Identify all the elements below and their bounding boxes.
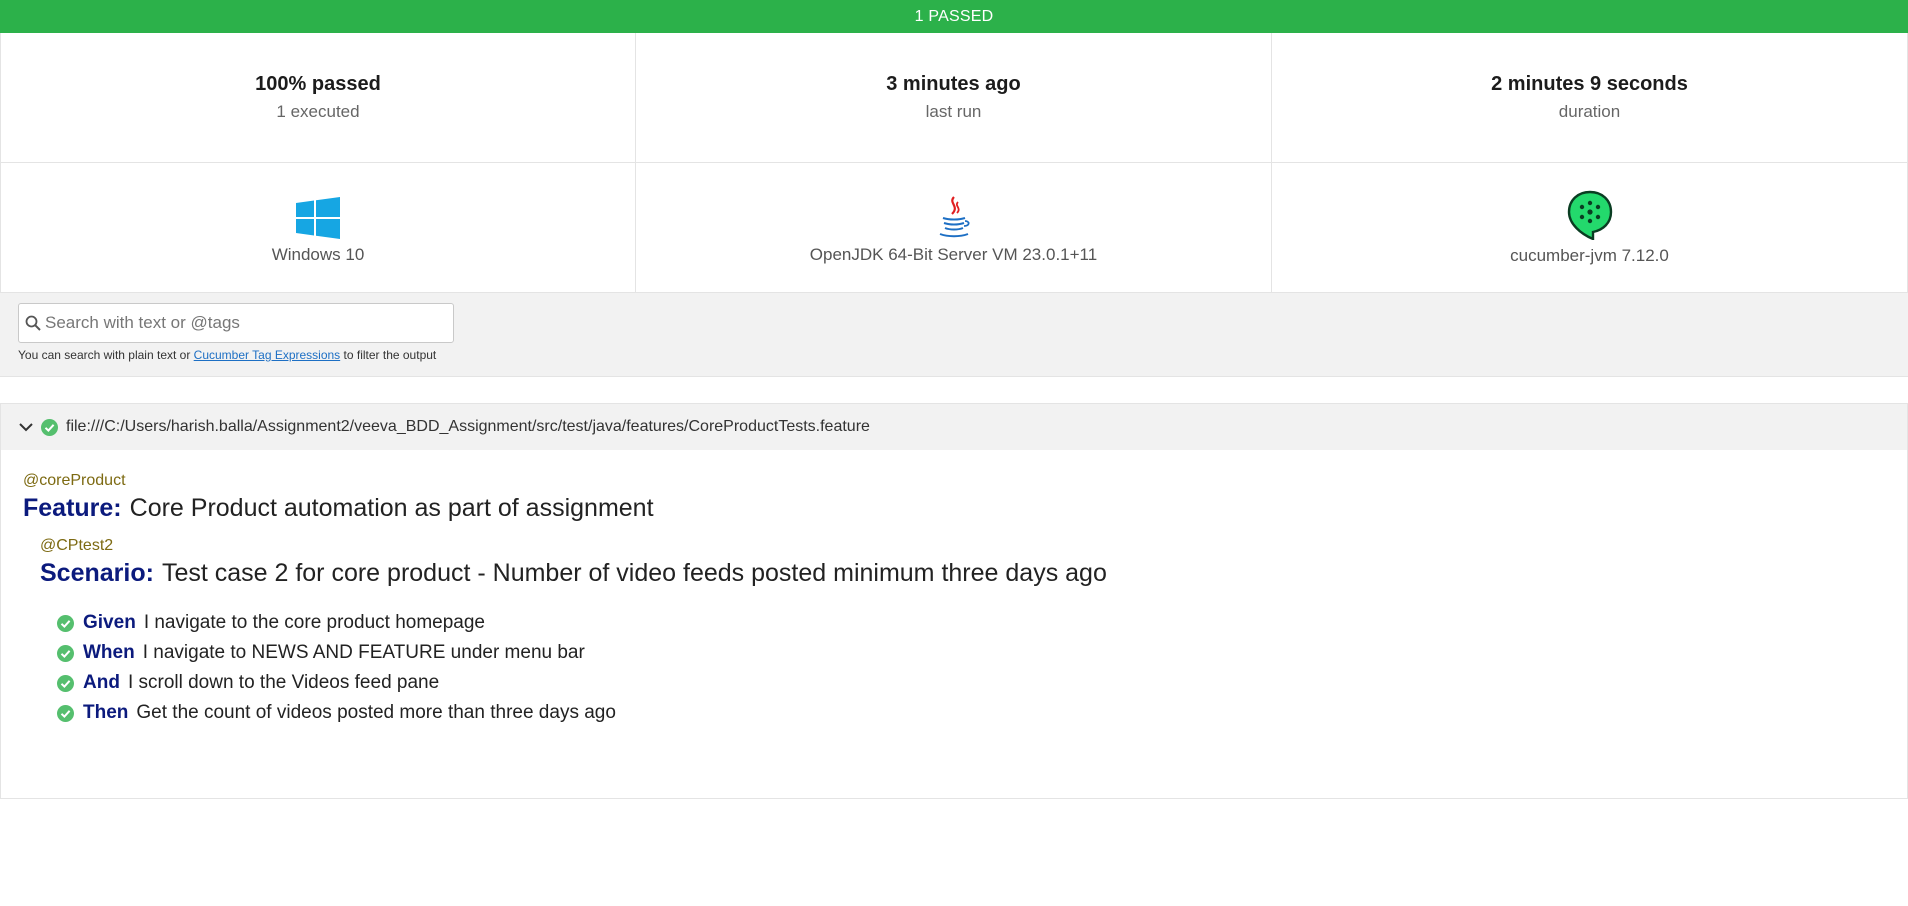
- search-help-before: You can search with plain text or: [18, 348, 194, 362]
- search-box[interactable]: [18, 303, 454, 343]
- step-passed-icon: [57, 704, 74, 722]
- windows-icon: [296, 196, 340, 239]
- feature-body: @coreProduct Feature: Core Product automa…: [1, 450, 1907, 750]
- duration-cell: 2 minutes 9 seconds duration: [1272, 33, 1908, 163]
- step: And I scroll down to the Videos feed pan…: [57, 668, 1885, 698]
- scenario-tag: @CPtest2: [40, 537, 114, 554]
- step-passed-icon: [57, 614, 74, 632]
- scenario-title: Scenario: Test case 2 for core product - …: [40, 559, 1885, 588]
- step: Given I navigate to the core product hom…: [57, 608, 1885, 638]
- search-area: You can search with plain text or Cucumb…: [0, 293, 1908, 377]
- status-banner-text: 1 PASSED: [914, 7, 994, 25]
- last-run-time: 3 minutes ago: [886, 73, 1021, 95]
- status-banner: 1 PASSED: [0, 0, 1908, 33]
- step-text: Get the count of videos posted more than…: [136, 702, 616, 723]
- pass-rate: 100% passed: [255, 73, 381, 95]
- cucumber-icon: [1567, 190, 1612, 240]
- step: When I navigate to NEWS AND FEATURE unde…: [57, 638, 1885, 668]
- feature-keyword: Feature:: [23, 494, 122, 522]
- runtime-label: OpenJDK 64-Bit Server VM 23.0.1+11: [809, 244, 1098, 264]
- os-cell: Windows 10: [0, 163, 636, 293]
- step-keyword: Given: [83, 612, 136, 633]
- search-help-after: to filter the output: [340, 348, 437, 362]
- feature-tag: @coreProduct: [23, 472, 126, 489]
- step: Then Get the count of videos posted more…: [57, 698, 1885, 728]
- feature-title: Feature: Core Product automation as part …: [23, 494, 1885, 523]
- feature-path: file:///C:/Users/harish.balla/Assignment…: [66, 418, 870, 435]
- feature-header[interactable]: file:///C:/Users/harish.balla/Assignment…: [1, 404, 1907, 450]
- implementation-cell: cucumber-jvm 7.12.0: [1272, 163, 1908, 293]
- step-passed-icon: [57, 674, 74, 692]
- search-icon: [25, 315, 41, 331]
- scenario-name: Test case 2 for core product - Number of…: [161, 559, 1107, 587]
- scenario-keyword: Scenario:: [40, 559, 154, 587]
- summary-grid: 100% passed 1 executed 3 minutes ago las…: [0, 33, 1908, 293]
- chevron-down-icon[interactable]: [17, 418, 35, 436]
- step-keyword: Then: [83, 702, 129, 723]
- java-icon: [939, 195, 970, 237]
- executed-count: 1 executed: [276, 102, 360, 121]
- step-keyword: When: [83, 642, 135, 663]
- search-help: You can search with plain text or Cucumb…: [18, 348, 1890, 362]
- last-run-label: last run: [925, 102, 982, 121]
- search-input[interactable]: [45, 313, 453, 333]
- step-text: I navigate to the core product homepage: [143, 612, 485, 633]
- runtime-cell: OpenJDK 64-Bit Server VM 23.0.1+11: [636, 163, 1272, 293]
- duration-value: 2 minutes 9 seconds: [1491, 73, 1688, 95]
- scenario: @CPtest2 Scenario: Test case 2 for core p…: [40, 537, 1885, 728]
- duration-label: duration: [1558, 102, 1621, 121]
- step-keyword: And: [83, 672, 120, 693]
- pass-rate-cell: 100% passed 1 executed: [0, 33, 636, 163]
- step-text: I navigate to NEWS AND FEATURE under men…: [142, 642, 585, 663]
- step-passed-icon: [57, 644, 74, 662]
- last-run-cell: 3 minutes ago last run: [636, 33, 1272, 163]
- feature-name: Core Product automation as part of assig…: [129, 494, 654, 522]
- step-text: I scroll down to the Videos feed pane: [127, 672, 440, 693]
- implementation-label: cucumber-jvm 7.12.0: [1510, 245, 1669, 265]
- feature-block: file:///C:/Users/harish.balla/Assignment…: [0, 403, 1908, 799]
- passed-icon: [41, 418, 58, 436]
- steps-list: Given I navigate to the core product hom…: [57, 608, 1885, 728]
- tag-expressions-link[interactable]: Cucumber Tag Expressions: [194, 348, 341, 362]
- os-label: Windows 10: [271, 244, 365, 264]
